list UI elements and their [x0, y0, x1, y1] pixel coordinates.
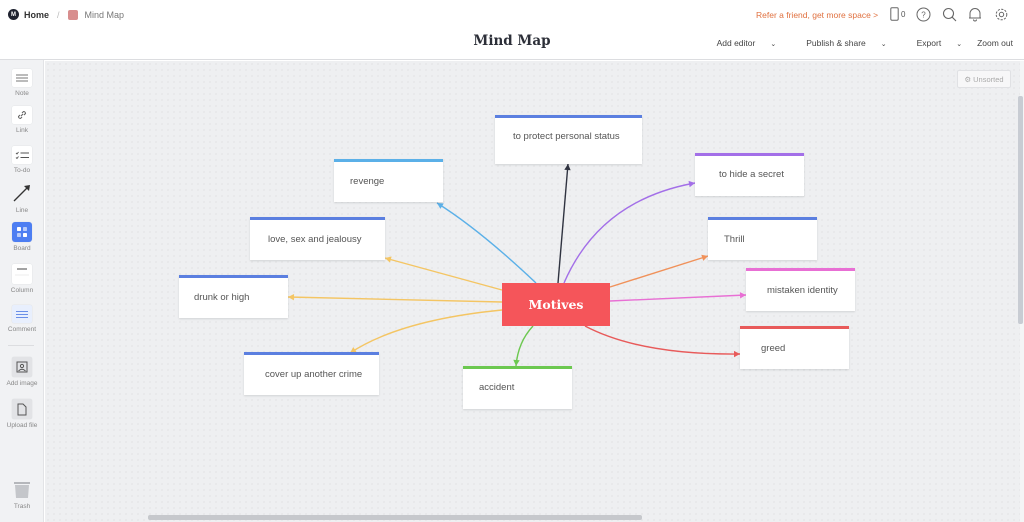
file-icon: [12, 399, 32, 419]
tool-label: Board: [13, 245, 31, 252]
mind-map-node[interactable]: Thrill: [708, 217, 817, 260]
publish-share-button[interactable]: Publish & share ⌄: [791, 38, 886, 48]
mind-map-node[interactable]: revenge: [334, 159, 443, 202]
node-color-bar: [740, 326, 849, 329]
mind-map-node[interactable]: to protect personal status: [495, 115, 642, 164]
node-color-bar: [746, 268, 855, 271]
tool-link[interactable]: Link: [0, 106, 44, 134]
tool-label: Trash: [13, 503, 31, 510]
node-color-bar: [250, 217, 385, 220]
breadcrumb: M Home / Mind Map: [8, 9, 124, 20]
node-label: love, sex and jealousy: [268, 234, 362, 245]
mind-map-node[interactable]: cover up another crime: [244, 352, 379, 395]
help-icon[interactable]: ?: [915, 6, 931, 22]
add-editor-label: Add editor: [716, 38, 756, 48]
chevron-down-icon: ⌄: [956, 41, 963, 48]
chevron-down-icon: ⌄: [880, 41, 887, 48]
mind-map-node[interactable]: drunk or high: [179, 275, 288, 318]
breadcrumb-current[interactable]: Mind Map: [85, 10, 125, 20]
trash-icon: [12, 480, 32, 500]
central-topic-label: Motives: [528, 297, 584, 312]
node-color-bar: [708, 217, 817, 220]
node-color-bar: [179, 275, 288, 278]
tool-board[interactable]: Board: [0, 222, 44, 252]
phone-icon[interactable]: 0: [890, 6, 905, 22]
link-icon: [12, 106, 32, 124]
tool-add-image[interactable]: Add image: [0, 357, 44, 387]
mind-map-node[interactable]: love, sex and jealousy: [250, 217, 385, 260]
node-color-bar: [463, 366, 572, 369]
export-button[interactable]: Export ⌄: [902, 38, 962, 48]
tool-trash[interactable]: Trash: [0, 480, 44, 510]
node-color-bar: [495, 115, 642, 118]
gear-icon[interactable]: [993, 6, 1009, 22]
board-icon: [12, 222, 32, 242]
horizontal-scrollbar[interactable]: [148, 515, 642, 520]
node-label: cover up another crime: [265, 369, 363, 380]
mind-map-node[interactable]: mistaken identity: [746, 268, 855, 311]
node-label: mistaken identity: [767, 285, 838, 296]
tool-label: Link: [16, 127, 28, 134]
device-count: 0: [901, 9, 906, 19]
mind-map-node[interactable]: to hide a secret: [695, 153, 804, 196]
tool-label: To-do: [13, 167, 31, 174]
node-label: greed: [761, 343, 786, 354]
top-bar: M Home / Mind Map Mind Map Refer a frien…: [0, 0, 1024, 60]
search-icon[interactable]: [941, 6, 957, 22]
publish-share-label: Publish & share: [806, 38, 866, 48]
vertical-scrollbar[interactable]: [1018, 96, 1023, 324]
tool-label: Note: [15, 90, 29, 97]
node-label: to protect personal status: [513, 131, 620, 142]
node-label: to hide a secret: [719, 169, 784, 180]
tool-todo[interactable]: To-do: [0, 146, 44, 174]
tool-label: Comment: [7, 326, 37, 333]
export-label: Export: [916, 38, 942, 48]
header-menu: Add editor ⌄ Publish & share ⌄ Export ⌄ Zoo…: [687, 38, 1013, 48]
central-topic-node[interactable]: Motives: [502, 283, 610, 326]
chevron-down-icon: ⌄: [770, 41, 777, 48]
unsorted-label: Unsorted: [973, 74, 1004, 84]
tool-line[interactable]: Line: [0, 182, 44, 214]
node-color-bar: [334, 159, 443, 162]
node-color-bar: [695, 153, 804, 156]
todo-icon: [12, 146, 32, 164]
line-arrow-icon: [12, 182, 32, 204]
comment-icon: [12, 305, 32, 323]
tool-sidebar: Note Link To-do Line Board Column Commen…: [0, 60, 44, 522]
gear-small-icon: ⚙: [964, 74, 972, 84]
node-label: accident: [479, 382, 515, 393]
note-icon: [12, 69, 32, 87]
home-logo-icon[interactable]: M: [8, 9, 19, 20]
image-icon: [12, 357, 32, 377]
column-icon: [12, 264, 32, 284]
bell-icon[interactable]: [967, 6, 983, 22]
refer-friend-link[interactable]: Refer a friend, get more space >: [756, 10, 878, 20]
mind-map-node[interactable]: accident: [463, 366, 572, 409]
node-label: drunk or high: [194, 292, 250, 303]
node-label: revenge: [350, 176, 385, 187]
zoom-out-button[interactable]: Zoom out: [977, 38, 1013, 48]
svg-text:?: ?: [921, 10, 926, 19]
tool-note[interactable]: Note: [0, 69, 44, 97]
tool-comment[interactable]: Comment: [0, 305, 44, 333]
add-editor-button[interactable]: Add editor ⌄: [702, 38, 777, 48]
unsorted-button[interactable]: ⚙ Unsorted: [957, 70, 1011, 88]
tool-label: Upload file: [6, 422, 38, 429]
tool-label: Column: [10, 287, 34, 294]
board-color-swatch-icon: [67, 9, 78, 20]
tool-label: Line: [15, 207, 29, 214]
node-label: Thrill: [724, 234, 745, 245]
mind-map-node[interactable]: greed: [740, 326, 849, 369]
node-color-bar: [244, 352, 379, 355]
breadcrumb-home[interactable]: Home: [24, 10, 49, 20]
tool-upload-file[interactable]: Upload file: [0, 399, 44, 429]
top-icons: 0 ?: [890, 6, 1009, 22]
sidebar-divider: [8, 345, 34, 346]
tool-label: Add image: [6, 380, 38, 387]
breadcrumb-separator: /: [57, 9, 60, 20]
tool-column[interactable]: Column: [0, 264, 44, 294]
